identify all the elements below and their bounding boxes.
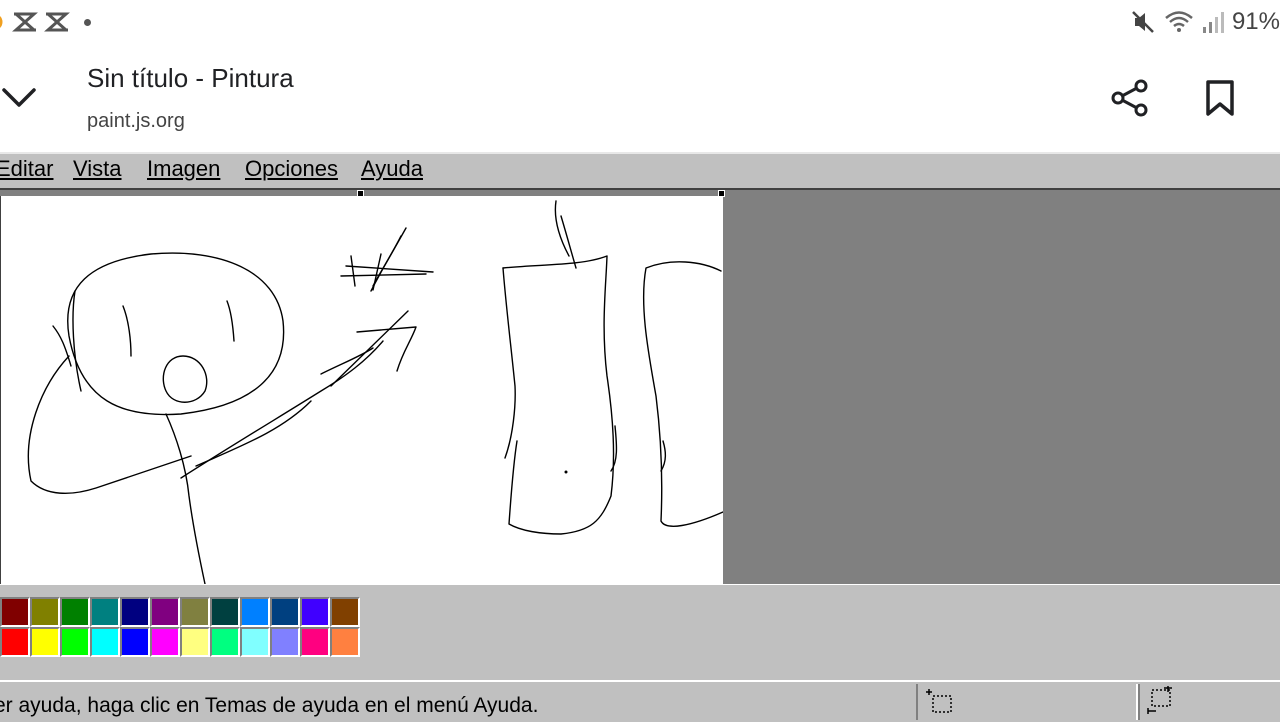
color-swatch[interactable] [240,627,270,657]
menu-imagen[interactable]: Imagen [147,156,220,182]
app-notification-icon [0,15,3,29]
color-palette [0,597,362,659]
status-help-text: er ayuda, haga clic en Temas de ayuda en… [0,694,539,717]
color-swatch[interactable] [120,597,150,627]
notification-icons [0,10,91,34]
color-swatch[interactable] [300,627,330,657]
paint-app: Editar Vista Imagen Opciones Ayuda er ay… [0,152,1280,722]
browser-header [0,44,1280,152]
status-size-panel [1138,684,1280,720]
color-swatch[interactable] [150,627,180,657]
wifi-icon [1165,11,1193,32]
drawing-canvas[interactable] [0,196,723,584]
system-icons: 91% [1130,8,1280,36]
color-swatch[interactable] [120,627,150,657]
color-swatch[interactable] [180,597,210,627]
color-swatch[interactable] [300,597,330,627]
color-swatch[interactable] [0,627,30,657]
more-notifications-dot [84,18,91,26]
status-bar: er ayuda, haga clic en Temas de ayuda en… [0,680,1280,722]
chevron-down-icon[interactable] [0,78,40,118]
color-swatch[interactable] [270,597,300,627]
drawing-strokes [27,200,723,584]
page-title: Sin título - Pintura [87,63,294,93]
color-swatch[interactable] [330,597,360,627]
color-swatch[interactable] [150,597,180,627]
color-swatch[interactable] [240,597,270,627]
page-url: paint.js.org [87,110,185,132]
color-swatch[interactable] [90,627,120,657]
capcut-icon [12,12,38,32]
menu-vista[interactable]: Vista [73,156,122,182]
color-palette-area [0,584,1280,675]
mute-icon [1132,11,1154,33]
menu-ayuda[interactable]: Ayuda [361,156,423,182]
selection-size-icon [1147,686,1172,714]
cursor-position-icon [926,689,952,713]
signal-icon [1202,12,1224,33]
share-icon[interactable] [1108,76,1152,120]
menu-editar[interactable]: Editar [0,156,53,182]
color-swatch[interactable] [210,597,240,627]
system-status-bar: 91% [0,0,1280,44]
color-swatch[interactable] [30,597,60,627]
color-swatch[interactable] [210,627,240,657]
color-swatch[interactable] [330,627,360,657]
canvas-workspace [0,188,1280,586]
color-swatch[interactable] [270,627,300,657]
bookmark-icon[interactable] [1198,76,1242,120]
menu-bar: Editar Vista Imagen Opciones Ayuda [0,152,1280,188]
color-swatch[interactable] [180,627,210,657]
menu-opciones[interactable]: Opciones [245,156,338,182]
color-swatch[interactable] [60,597,90,627]
color-swatch[interactable] [90,597,120,627]
battery-level: 91% [1231,8,1280,35]
color-swatch[interactable] [0,597,30,627]
capcut-icon-2 [44,12,70,32]
status-position-panel [916,684,1138,720]
color-swatch[interactable] [60,627,90,657]
color-swatch[interactable] [30,627,60,657]
